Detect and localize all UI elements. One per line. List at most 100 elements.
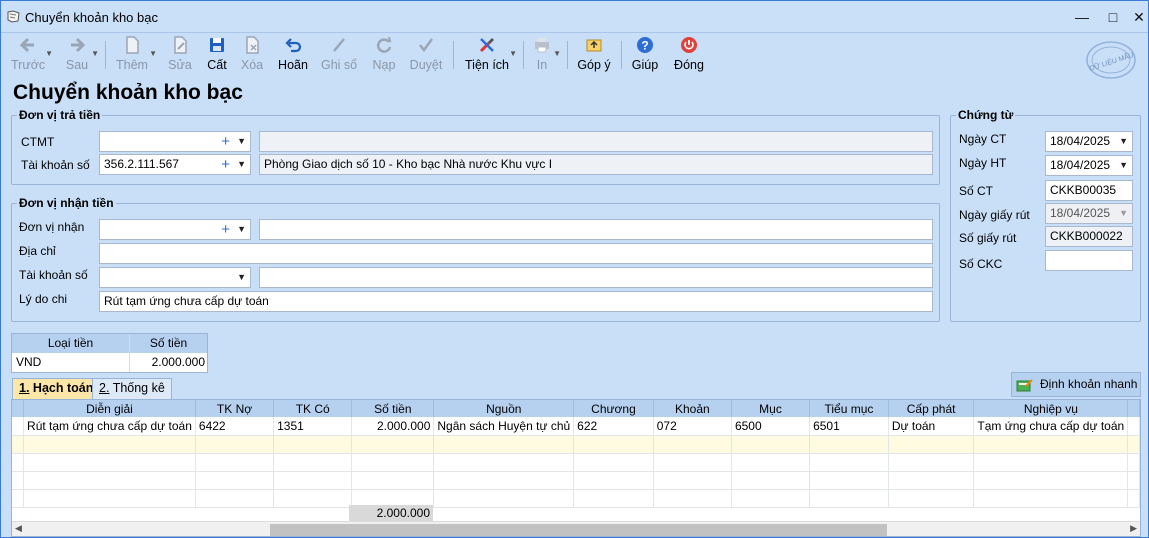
row-gutter <box>12 417 25 436</box>
scroll-right-icon[interactable]: ▶ <box>1130 523 1137 534</box>
payee-unit-combobox[interactable]: + ▼ <box>99 219 251 240</box>
undo-icon <box>285 38 302 53</box>
undo-button[interactable]: Hoãn <box>277 35 309 73</box>
accounting-grid: Diễn giải TK Nợ TK Có Số tiền Nguồn Chươ… <box>11 399 1141 537</box>
section-cell[interactable]: 6500 <box>731 417 811 436</box>
amount-total: 2.000.000 <box>349 505 433 522</box>
column-amount-header[interactable]: Số tiền <box>351 400 435 417</box>
prev-button[interactable]: Trước ▼ <box>11 35 53 73</box>
scroll-left-icon[interactable]: ◀ <box>15 523 22 534</box>
horizontal-scrollbar[interactable]: ◀ ▶ <box>12 521 1140 536</box>
operation-cell[interactable]: Tạm ứng chưa cấp dự toán <box>973 417 1129 436</box>
ctmt-combobox[interactable]: + ▼ <box>99 131 251 152</box>
posting-date-picker[interactable]: 18/04/2025 ▼ <box>1045 155 1133 176</box>
currency-amount-header: Số tiền <box>149 336 188 350</box>
add-button[interactable]: Thêm ▼ <box>115 35 157 73</box>
minimize-button[interactable]: — <box>1071 7 1093 27</box>
subsection-cell[interactable]: 6501 <box>809 417 889 436</box>
edit-button[interactable]: Sửa <box>167 35 193 73</box>
chevron-down-icon[interactable]: ▼ <box>237 155 246 174</box>
withdrawal-date-picker: 18/04/2025 ▼ <box>1045 203 1133 224</box>
reason-field[interactable]: Rút tạm ứng chưa cấp dự toán <box>99 291 933 312</box>
table-row[interactable]: Rút tạm ứng chưa cấp dự toán 6422 1351 2… <box>12 417 1140 436</box>
payee-unit-description-field[interactable] <box>259 219 933 240</box>
tab-statistics[interactable]: 2. Thống kê <box>92 378 172 399</box>
approve-button[interactable]: Duyệt <box>409 35 443 73</box>
currency-table: Loại tiền Số tiền VND 2.000.000 <box>11 333 208 373</box>
feedback-button[interactable]: Góp ý <box>577 35 611 73</box>
chapter-cell[interactable]: 622 <box>573 417 654 436</box>
table-row[interactable] <box>12 453 1140 472</box>
refresh-icon <box>376 36 392 53</box>
ckc-number-field[interactable] <box>1045 250 1133 271</box>
posting-date-label: Ngày HT <box>959 156 1007 170</box>
close-window-button[interactable]: ✕ <box>1128 7 1149 27</box>
table-row[interactable] <box>12 435 1140 454</box>
maximize-button[interactable]: □ <box>1102 7 1124 27</box>
column-subsection-header[interactable]: Tiểu mục <box>809 400 889 417</box>
currency-table-header: Loại tiền Số tiền <box>12 334 207 353</box>
reload-button[interactable]: Nạp <box>371 35 397 73</box>
column-allocation-header[interactable]: Cấp phát <box>888 400 975 417</box>
utility-button[interactable]: Tiện ích ▼ <box>465 35 517 73</box>
voucher-date-label: Ngày CT <box>959 132 1007 146</box>
save-button[interactable]: Cất <box>205 35 229 73</box>
print-button[interactable]: In ▼ <box>531 35 561 73</box>
column-description-header[interactable]: Diễn giải <box>23 400 196 417</box>
payee-group-title: Đơn vị nhận tiền <box>17 196 116 210</box>
payee-account-description-field[interactable] <box>259 267 933 288</box>
item-cell[interactable]: 072 <box>653 417 732 436</box>
close-button[interactable]: Đóng <box>673 35 705 73</box>
delete-button[interactable]: Xóa <box>239 35 265 73</box>
toolbar: Trước ▼ Sau ▼ Thêm ▼ Sửa Cất Xóa Hoãn Gh… <box>1 33 1148 75</box>
ctmt-label: CTMT <box>21 135 55 149</box>
help-button[interactable]: ? Giúp <box>631 35 659 73</box>
next-button[interactable]: Sau ▼ <box>63 35 99 73</box>
chevron-down-icon: ▼ <box>91 49 99 58</box>
column-section-header[interactable]: Mục <box>731 400 811 417</box>
post-ledger-button[interactable]: Ghi sổ <box>321 35 357 73</box>
payee-unit-label: Đơn vị nhận <box>19 220 85 234</box>
plus-icon[interactable]: + <box>221 155 230 174</box>
column-credit-account-header[interactable]: TK Có <box>273 400 353 417</box>
chevron-down-icon[interactable]: ▼ <box>237 220 246 239</box>
currency-amount-cell[interactable]: 2.000.000 <box>130 353 207 372</box>
plus-icon[interactable]: + <box>221 220 230 239</box>
allocation-cell[interactable]: Dự toán <box>888 417 975 436</box>
payer-account-combobox[interactable]: 356.2.111.567 + ▼ <box>99 154 251 175</box>
payee-account-combobox[interactable]: ▼ <box>99 267 251 288</box>
column-debit-account-header[interactable]: TK Nợ <box>195 400 275 417</box>
chevron-down-icon[interactable]: ▼ <box>1119 132 1128 151</box>
amount-cell[interactable]: 2.000.000 <box>351 417 435 436</box>
column-chapter-header[interactable]: Chương <box>573 400 654 417</box>
column-item-header[interactable]: Khoản <box>653 400 732 417</box>
voucher-number-field[interactable]: CKKB00035 <box>1045 180 1133 201</box>
scrollbar-thumb[interactable] <box>270 524 887 536</box>
voucher-date-picker[interactable]: 18/04/2025 ▼ <box>1045 131 1133 152</box>
voucher-number-label: Số CT <box>959 184 994 198</box>
description-cell[interactable]: Rút tạm ứng chưa cấp dự toán <box>23 417 196 436</box>
credit-account-cell[interactable]: 1351 <box>273 417 353 436</box>
table-row[interactable]: VND 2.000.000 <box>12 353 207 372</box>
address-field[interactable] <box>99 243 933 264</box>
quick-entry-button[interactable]: Định khoản nhanh <box>1011 372 1141 397</box>
column-operation-header[interactable]: Nghiệp vụ <box>973 400 1129 417</box>
help-icon: ? <box>637 37 653 53</box>
plus-icon[interactable]: + <box>221 132 230 151</box>
currency-type-cell[interactable]: VND <box>12 353 130 372</box>
pencil-icon <box>333 38 345 52</box>
withdrawal-number-field: CKKB000022 <box>1045 226 1133 247</box>
source-cell[interactable]: Ngân sách Huyện tự chủ <box>433 417 575 436</box>
table-row[interactable] <box>12 489 1140 508</box>
chevron-down-icon[interactable]: ▼ <box>237 268 246 287</box>
toolbar-separator <box>621 41 622 69</box>
tab-statistics-label: Thống kê <box>112 381 165 395</box>
printer-icon <box>535 38 549 53</box>
chevron-down-icon[interactable]: ▼ <box>237 132 246 151</box>
column-source-header[interactable]: Nguồn <box>433 400 575 417</box>
chevron-down-icon[interactable]: ▼ <box>1119 156 1128 175</box>
tab-accounting[interactable]: 1. Hạch toán <box>12 378 101 399</box>
power-icon <box>681 37 697 53</box>
table-row[interactable] <box>12 471 1140 490</box>
debit-account-cell[interactable]: 6422 <box>195 417 275 436</box>
